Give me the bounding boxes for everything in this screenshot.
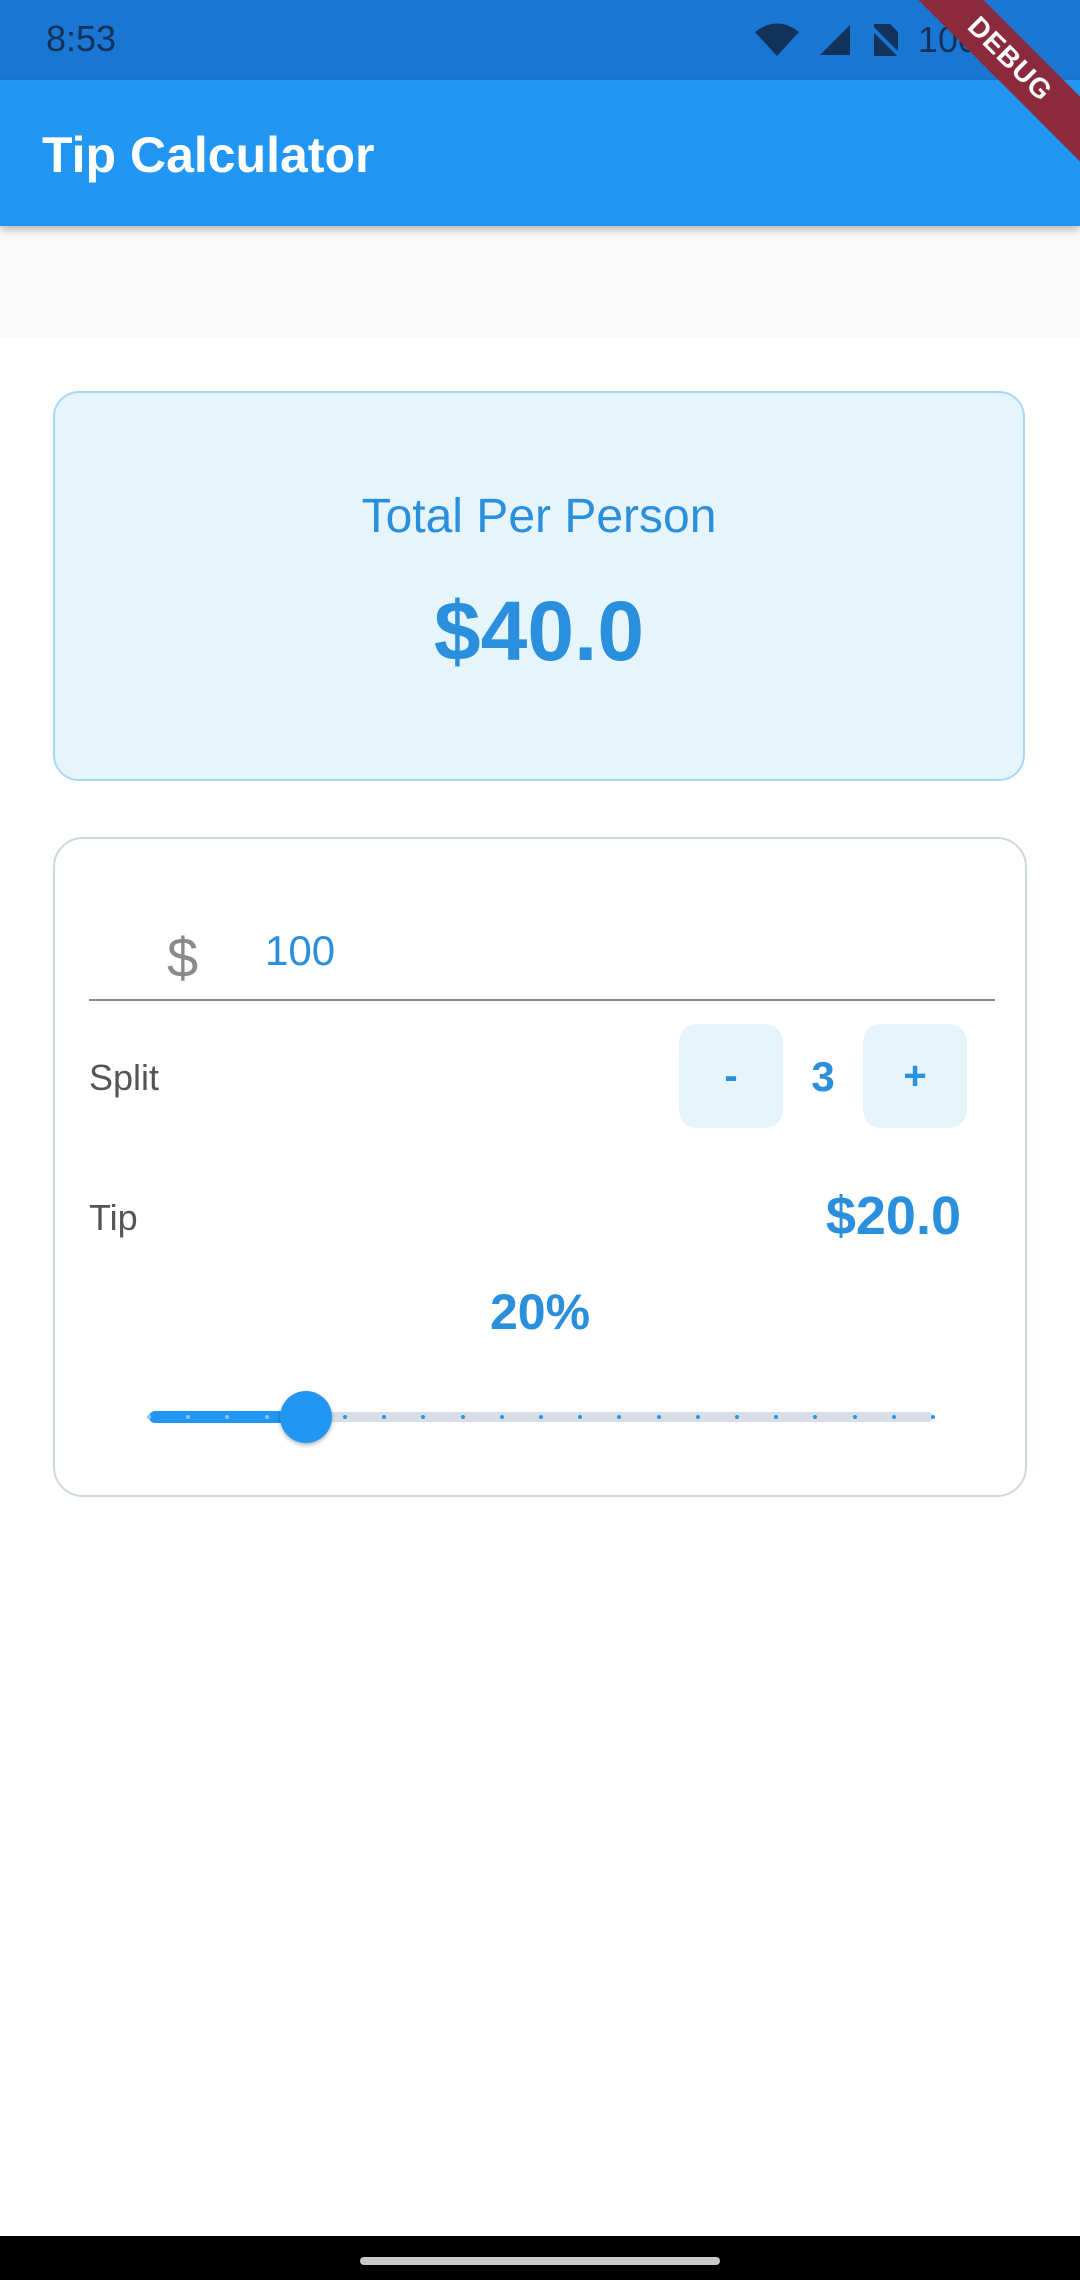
header-spacer	[0, 226, 1080, 338]
slider-tick	[147, 1415, 151, 1419]
bill-input-card: $ Split - 3 + Tip $20.0 20%	[53, 837, 1027, 1497]
total-per-person-card: Total Per Person $40.0	[53, 391, 1025, 781]
status-time: 8:53	[46, 18, 117, 59]
tip-label: Tip	[89, 1197, 138, 1238]
tip-amount: $20.0	[825, 1186, 961, 1246]
slider-tick	[460, 1415, 465, 1419]
slider-tick	[343, 1415, 347, 1419]
slider-tick	[931, 1415, 935, 1419]
split-decrement-button[interactable]: -	[679, 1024, 783, 1128]
slider-tick	[735, 1415, 739, 1419]
home-gesture-handle[interactable]	[360, 2257, 720, 2265]
split-increment-button[interactable]: +	[863, 1024, 967, 1128]
slider-thumb[interactable]	[279, 1391, 332, 1443]
slider-tick	[852, 1415, 857, 1419]
split-count: 3	[811, 1053, 835, 1100]
tip-percentage: 20%	[489, 1284, 591, 1340]
no-sim-icon	[869, 22, 900, 58]
slider-tick	[891, 1415, 896, 1419]
dollar-sign-icon: $	[167, 926, 199, 989]
slider-tick	[264, 1415, 269, 1419]
tip-slider[interactable]	[147, 1377, 935, 1457]
slider-tick	[695, 1415, 700, 1419]
app-bar: Tip Calculator	[0, 80, 1080, 226]
bill-amount-field[interactable]: $	[89, 859, 995, 1001]
bill-amount-input[interactable]	[265, 921, 865, 981]
slider-tick	[539, 1415, 543, 1419]
split-label: Split	[89, 1057, 160, 1098]
total-per-person-label: Total Per Person	[361, 490, 717, 543]
slider-tick	[656, 1415, 661, 1419]
status-bar: 8:53 100%	[0, 0, 1080, 80]
total-per-person-amount: $40.0	[433, 584, 645, 678]
app-title: Tip Calculator	[42, 127, 375, 183]
cell-signal-icon	[818, 23, 852, 57]
wifi-icon	[754, 23, 800, 57]
slider-tick	[499, 1415, 504, 1419]
